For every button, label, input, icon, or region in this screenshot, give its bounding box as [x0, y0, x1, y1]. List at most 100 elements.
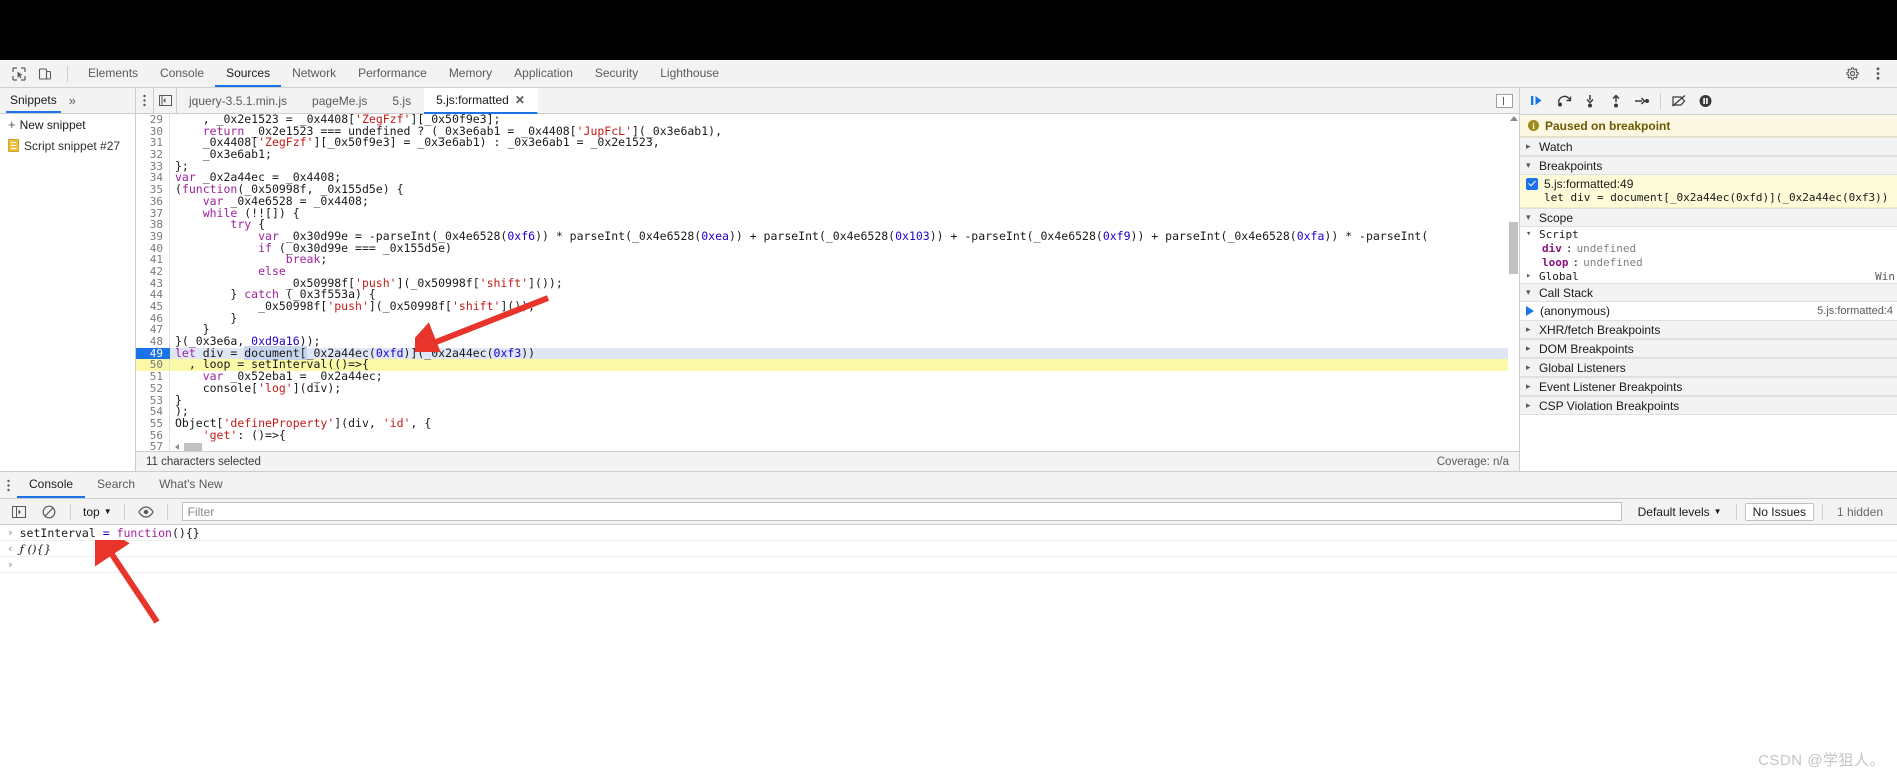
code-line-45[interactable]: 45 _0x50998f['push'](_0x50998f['shift'](… — [136, 300, 1519, 313]
global-listeners-section-header[interactable]: ▸ Global Listeners — [1520, 358, 1897, 377]
code-line-46[interactable]: 46 } — [136, 312, 1519, 325]
tab-network[interactable]: Network — [281, 60, 347, 87]
new-snippet-button[interactable]: + New snippet — [0, 114, 135, 135]
close-icon[interactable]: ✕ — [515, 93, 525, 107]
call-stack-section-header[interactable]: ▾ Call Stack — [1520, 283, 1897, 302]
tab-lighthouse[interactable]: Lighthouse — [649, 60, 730, 87]
code-line-51[interactable]: 51 var _0x52eba1 = _0x2a44ec; — [136, 370, 1519, 383]
console-sidebar-icon[interactable] — [6, 500, 32, 524]
scope-var-loop[interactable]: loop: undefined — [1520, 255, 1897, 269]
line-number[interactable]: 55 — [136, 418, 170, 430]
chevron-right-icon: ▸ — [1526, 343, 1531, 353]
step-button[interactable] — [1630, 90, 1654, 112]
line-number[interactable]: 57 — [136, 441, 170, 451]
step-out-button[interactable] — [1604, 90, 1628, 112]
output-marker-icon: ‹ — [7, 542, 14, 555]
line-number[interactable]: 45 — [136, 301, 170, 313]
snippet-list-item[interactable]: Script snippet #27 — [0, 135, 135, 156]
tab-performance[interactable]: Performance — [347, 60, 438, 87]
console-toolbar: top ▼ Default levels ▼ No Issues 1 hidde… — [0, 499, 1897, 525]
code-line-40[interactable]: 40 if (_0x30d99e === _0x155d5e) — [136, 242, 1519, 255]
code-line-37[interactable]: 37 while (!![]) { — [136, 207, 1519, 220]
code-line-53[interactable]: 53} — [136, 394, 1519, 407]
scroll-up-arrow-icon[interactable] — [1510, 116, 1518, 121]
navigator-tabbar: Snippets » — [0, 88, 135, 114]
clear-console-icon[interactable] — [36, 500, 62, 524]
breakpoint-checkbox[interactable] — [1526, 178, 1538, 190]
line-number[interactable]: 42 — [136, 266, 170, 278]
console-filter-input[interactable] — [181, 502, 1622, 521]
live-expression-icon[interactable] — [133, 500, 159, 524]
tab-security[interactable]: Security — [584, 60, 649, 87]
line-number[interactable]: 48 — [136, 336, 170, 348]
code-line-31[interactable]: 31 _0x4408['ZegFzf'][_0x50f9e3] = _0x3e6… — [136, 137, 1519, 150]
code-editor[interactable]: 29 , _0x2e1523 = _0x4408['ZegFzf'][_0x50… — [136, 114, 1519, 451]
device-toolbar-icon[interactable] — [32, 62, 58, 86]
code-line-57[interactable]: 57 — [136, 441, 1519, 451]
scope-group-script[interactable]: ▾ Script — [1520, 227, 1897, 241]
code-line-47[interactable]: 47 } — [136, 324, 1519, 337]
inspect-element-icon[interactable] — [6, 62, 32, 86]
tab-sources[interactable]: Sources — [215, 60, 282, 87]
breakpoints-section-header[interactable]: ▾ Breakpoints — [1520, 156, 1897, 175]
drawer-tab-search[interactable]: Search — [85, 472, 147, 498]
breakpoint-list-item[interactable]: 5.js:formatted:49 let div = document[_0x… — [1520, 175, 1897, 208]
code-line-55[interactable]: 55 Object['defineProperty'](div, 'id', { — [136, 417, 1519, 430]
debugger-sidebar: i Paused on breakpoint ▸ Watch ▾ Breakpo… — [1520, 88, 1897, 471]
code-line-52[interactable]: 52 console['log'](div); — [136, 382, 1519, 395]
scope-var-div[interactable]: div: undefined — [1520, 241, 1897, 255]
chevron-right-icon: ▸ — [1526, 362, 1531, 372]
log-levels-selector[interactable]: Default levels ▼ — [1632, 505, 1728, 519]
plus-icon: + — [8, 117, 16, 132]
step-over-button[interactable] — [1552, 90, 1576, 112]
code-line-41[interactable]: 41 break; — [136, 253, 1519, 266]
code-line-56[interactable]: 56 'get': ()=>{ — [136, 429, 1519, 442]
scope-group-global[interactable]: ▸ Global Win — [1520, 269, 1897, 283]
code-line-33[interactable]: 33}; — [136, 160, 1519, 173]
deactivate-breakpoints-button[interactable] — [1667, 90, 1691, 112]
drawer-more-options-icon[interactable] — [0, 472, 17, 498]
drawer-tab-whats-new[interactable]: What's New — [147, 472, 235, 498]
execution-context-selector[interactable]: top ▼ — [79, 505, 116, 519]
line-number[interactable]: 39 — [136, 231, 170, 243]
tab-application[interactable]: Application — [503, 60, 584, 87]
line-number[interactable]: 29 — [136, 114, 170, 126]
editor-more-options-icon[interactable] — [136, 88, 153, 113]
line-number[interactable]: 52 — [136, 383, 170, 395]
drawer-tab-console[interactable]: Console — [17, 472, 86, 498]
editor-tab-5js[interactable]: 5.js — [380, 88, 424, 113]
issues-button[interactable]: No Issues — [1744, 502, 1814, 521]
dom-breakpoints-section-header[interactable]: ▸ DOM Breakpoints — [1520, 339, 1897, 358]
event-listener-breakpoints-section-header[interactable]: ▸ Event Listener Breakpoints — [1520, 377, 1897, 396]
resume-script-button[interactable] — [1526, 90, 1550, 112]
code-line-36[interactable]: 36 var _0x4e6528 = _0x4408; — [136, 195, 1519, 208]
xhr-breakpoints-section-header[interactable]: ▸ XHR/fetch Breakpoints — [1520, 320, 1897, 339]
line-number[interactable]: 36 — [136, 196, 170, 208]
editor-tab-pageme[interactable]: pageMe.js — [300, 88, 380, 113]
show-debugger-sidebar-icon[interactable] — [1496, 93, 1513, 108]
tab-elements[interactable]: Elements — [77, 60, 149, 87]
more-options-icon[interactable] — [1865, 62, 1891, 86]
line-number[interactable]: 32 — [136, 149, 170, 161]
editor-tab-jquery[interactable]: jquery-3.5.1.min.js — [177, 88, 300, 113]
pause-on-exceptions-button[interactable] — [1693, 90, 1717, 112]
console-messages[interactable]: › setInterval = function(){} ‹ ƒ (){} › — [0, 525, 1897, 782]
console-prompt-row[interactable]: › — [0, 557, 1897, 573]
nav-tab-snippets[interactable]: Snippets — [6, 88, 61, 113]
step-into-button[interactable] — [1578, 90, 1602, 112]
coverage-status: Coverage: n/a — [1436, 455, 1509, 468]
show-navigator-icon[interactable] — [153, 88, 177, 113]
editor-tab-5js-formatted[interactable]: 5.js:formatted ✕ — [424, 88, 538, 114]
tab-console[interactable]: Console — [149, 60, 215, 87]
code-line-32[interactable]: 32 _0x3e6ab1; — [136, 148, 1519, 161]
nav-more-tabs-icon[interactable]: » — [69, 93, 76, 108]
watch-section-header[interactable]: ▸ Watch — [1520, 137, 1897, 156]
scope-section-header[interactable]: ▾ Scope — [1520, 208, 1897, 227]
tab-memory[interactable]: Memory — [438, 60, 503, 87]
editor-vertical-scrollbar[interactable] — [1508, 114, 1519, 451]
call-stack-frame[interactable]: (anonymous) 5.js:formatted:4 — [1520, 302, 1897, 320]
settings-gear-icon[interactable] — [1839, 62, 1865, 86]
paused-banner-label: Paused on breakpoint — [1545, 118, 1671, 133]
csp-violation-breakpoints-section-header[interactable]: ▸ CSP Violation Breakpoints — [1520, 396, 1897, 415]
vertical-scroll-thumb[interactable] — [1509, 222, 1518, 274]
